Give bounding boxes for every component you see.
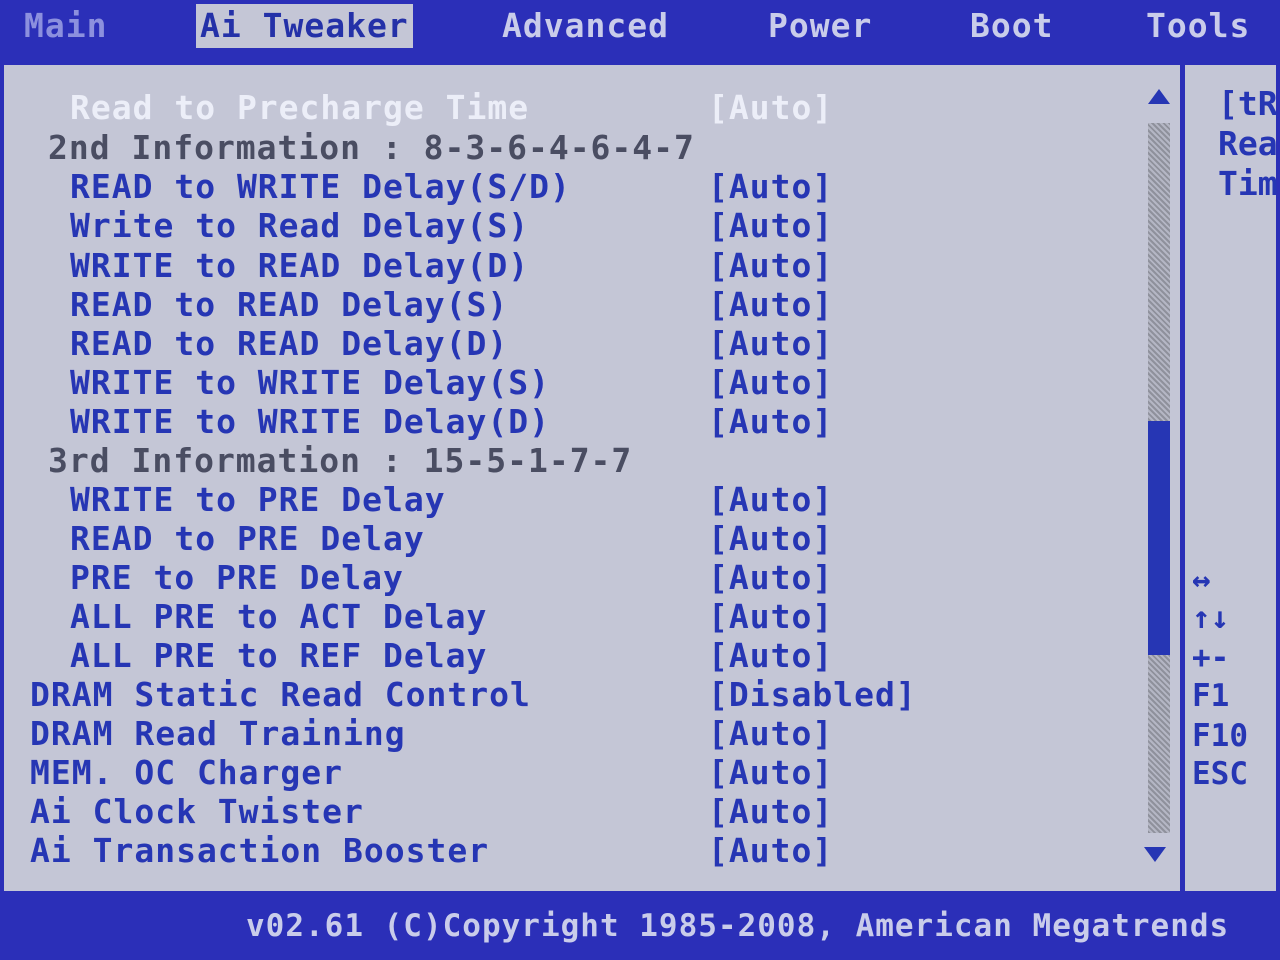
info-label: 3rd Information : 15-5-1-7-7 [48,441,633,480]
key-select-item-icon: ↑↓ [1192,600,1230,636]
setting-label: WRITE to WRITE Delay(S) [70,363,550,402]
setting-value[interactable]: [Auto] [708,520,833,558]
setting-value[interactable]: [Disabled] [708,676,917,714]
setting-value[interactable]: [Auto] [708,207,833,245]
setting-label: READ to READ Delay(D) [70,324,509,363]
setting-value[interactable]: [Auto] [708,325,833,363]
setting-label: Read to Precharge Time [70,88,530,127]
setting-value[interactable]: [Auto] [708,403,833,441]
scrollbar-thumb[interactable] [1148,421,1170,655]
setting-value[interactable]: [Auto] [708,598,833,636]
info-label: 2nd Information : 8-3-6-4-6-4-7 [48,128,695,167]
tab-tools[interactable]: Tools [1146,4,1250,48]
setting-value[interactable]: [Auto] [708,793,833,831]
tab-power[interactable]: Power [768,4,872,48]
tab-advanced[interactable]: Advanced [502,4,669,48]
setting-value[interactable]: [Auto] [708,715,833,753]
setting-label: WRITE to WRITE Delay(D) [70,402,550,441]
help-text-line: Tim [1218,164,1278,203]
tab-ai-tweaker[interactable]: Ai Tweaker [196,4,413,48]
setting-value[interactable]: [Auto] [708,637,833,675]
key-f1: F1 [1192,678,1230,714]
setting-label: READ to WRITE Delay(S/D) [70,167,571,206]
key-select-screen-icon: ↔ [1192,562,1211,598]
setting-value[interactable]: [Auto] [708,286,833,324]
scroll-down-arrow-icon[interactable] [1144,847,1166,862]
setting-label: DRAM Read Training [30,714,406,753]
setting-value[interactable]: [Auto] [708,168,833,206]
setting-value[interactable]: [Auto] [708,754,833,792]
tab-main[interactable]: Main [24,4,107,48]
setting-value[interactable]: [Auto] [708,481,833,519]
help-divider [1180,65,1185,891]
setting-value[interactable]: [Auto] [708,559,833,597]
scroll-up-arrow-icon[interactable] [1148,89,1170,104]
setting-label: READ to READ Delay(S) [70,285,509,324]
help-text-line: Rea [1218,124,1278,163]
settings-panel: Read to Precharge Time [Auto] 2nd Inform… [4,62,1278,891]
setting-label: READ to PRE Delay [70,519,425,558]
setting-label: WRITE to PRE Delay [70,480,446,519]
setting-label: PRE to PRE Delay [70,558,404,597]
setting-label: ALL PRE to REF Delay [70,636,488,675]
setting-label: Write to Read Delay(S) [70,206,530,245]
setting-value[interactable]: [Auto] [708,247,833,285]
tab-boot[interactable]: Boot [970,4,1053,48]
key-f10: F10 [1192,718,1248,754]
setting-value[interactable]: [Auto] [708,89,833,127]
setting-label: WRITE to READ Delay(D) [70,246,530,285]
setting-value[interactable]: [Auto] [708,832,833,870]
setting-label: DRAM Static Read Control [30,675,531,714]
scrollbar-track[interactable] [1148,123,1170,833]
setting-label: ALL PRE to ACT Delay [70,597,488,636]
setting-label: MEM. OC Charger [30,753,344,792]
setting-value[interactable]: [Auto] [708,364,833,402]
key-change-field-icon: +- [1192,640,1230,676]
menu-tab-bar: Main Ai Tweaker Advanced Power Boot Tool… [0,0,1280,52]
copyright-footer: v02.61 (C)Copyright 1985-2008, American … [246,908,1230,944]
help-text-line: [tR [1218,84,1278,123]
setting-label: Ai Clock Twister [30,792,364,831]
key-esc: ESC [1192,756,1248,792]
setting-label: Ai Transaction Booster [30,831,490,870]
